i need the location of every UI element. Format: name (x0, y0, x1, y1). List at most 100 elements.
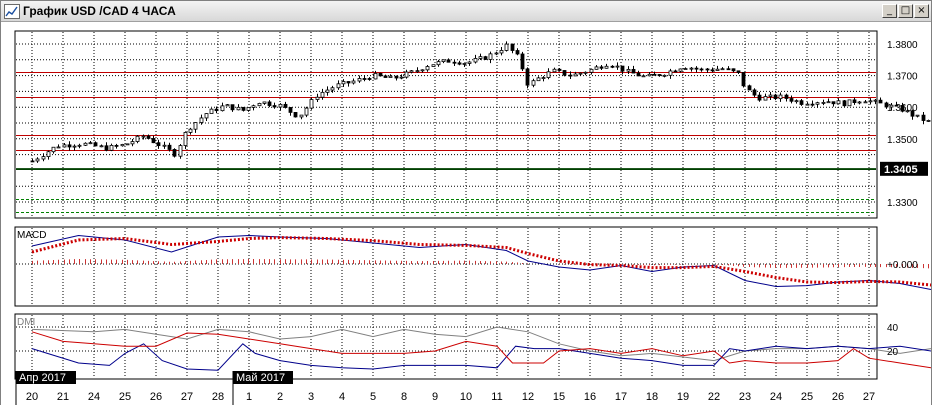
candle-body (594, 66, 599, 70)
candle-body (583, 71, 588, 74)
dmi-label: DMI (17, 317, 35, 328)
candle-body (99, 145, 104, 148)
candle-body (209, 108, 214, 114)
candle-body (868, 100, 873, 103)
month-label: Апр 2017 (19, 372, 66, 384)
candle-body (863, 101, 868, 104)
candle-body (720, 68, 725, 71)
candle-body (373, 72, 378, 80)
candle-body (631, 68, 636, 74)
candle-body (446, 59, 451, 63)
candle-body (741, 72, 746, 87)
candle-body (768, 94, 773, 97)
date-tick-label: 5 (370, 391, 376, 403)
candle-body (46, 151, 51, 158)
candle-body (873, 99, 878, 102)
candle-body (193, 122, 198, 130)
candle-body (309, 99, 314, 109)
candle-body (457, 62, 462, 65)
candle-body (41, 156, 46, 160)
candle-body (483, 56, 488, 60)
candle-body (847, 99, 852, 107)
candle-body (56, 146, 61, 149)
candle-body (657, 74, 662, 76)
candle-body (394, 75, 399, 79)
candle-body (589, 68, 594, 73)
candle-body (610, 65, 615, 68)
price-tick-label: 1.3500 (887, 135, 918, 146)
candle-body (383, 75, 388, 78)
candle-body (293, 112, 298, 118)
candle-body (578, 72, 583, 75)
candle-body (773, 94, 778, 100)
candle-body (599, 66, 604, 69)
chart-app-icon (4, 4, 20, 19)
candle-body (267, 101, 272, 106)
candle-body (104, 145, 109, 151)
macd-zero-label: +0.000 (887, 260, 918, 271)
date-tick-label: 19 (677, 391, 689, 403)
candle-body (504, 43, 509, 51)
date-tick-label: 28 (212, 391, 224, 403)
candle-body (852, 99, 857, 103)
candle-body (299, 114, 304, 118)
candle-body (836, 100, 841, 105)
candle-body (626, 68, 631, 72)
minimize-button[interactable]: _ (882, 4, 897, 18)
date-tick-label: 26 (832, 391, 844, 403)
candle-body (172, 149, 177, 157)
candle-body (357, 78, 362, 82)
macd-label: MACD (17, 230, 46, 241)
price-tick-label: 1.3600 (887, 103, 918, 114)
candle-body (494, 52, 499, 55)
candle-body (167, 144, 172, 150)
candle-body (362, 78, 367, 80)
candle-body (241, 106, 246, 111)
date-tick-label: 4 (339, 391, 345, 403)
candle-body (304, 107, 309, 116)
date-tick-label: 2 (277, 391, 283, 403)
candle-body (62, 144, 67, 148)
close-button[interactable]: × (914, 4, 929, 18)
candle-body (488, 53, 493, 60)
chart-area[interactable]: MACD +0.000 DMI 40 20 1.3800 1.3700 1.3600 1.3… (1, 22, 932, 405)
candle-body (214, 108, 219, 112)
candle-body (878, 99, 883, 104)
candle-body (831, 101, 836, 105)
title-bar[interactable]: График USD /CAD 4 ЧАСА _ □ × (1, 1, 931, 22)
candle-body (315, 96, 320, 100)
candle-body (420, 69, 425, 72)
candle-body (346, 81, 351, 84)
candle-body (436, 61, 441, 66)
candle-body (915, 114, 920, 117)
candle-body (404, 71, 409, 78)
candle-body (636, 72, 641, 77)
date-tick-label: 15 (553, 391, 565, 403)
candle-body (135, 135, 140, 142)
candle-body (30, 160, 35, 163)
candle-body (710, 69, 715, 72)
usdcad-chart[interactable]: MACD +0.000 DMI 40 20 1.3800 1.3700 1.3600 1.3… (1, 22, 932, 405)
candle-body (415, 70, 420, 73)
candle-body (662, 74, 667, 77)
maximize-button[interactable]: □ (898, 4, 913, 18)
date-tick-label: 1 (246, 391, 252, 403)
candle-body (531, 80, 536, 86)
candle-body (204, 113, 209, 119)
date-tick-label: 3 (308, 391, 314, 403)
candle-body (230, 104, 235, 111)
candle-body (842, 100, 847, 107)
candle-body (568, 74, 573, 77)
candle-body (821, 101, 826, 104)
candle-body (510, 43, 515, 51)
candle-body (67, 144, 72, 148)
candle-body (520, 53, 525, 70)
candle-body (183, 132, 188, 146)
candle-body (151, 138, 156, 144)
candle-body (431, 64, 436, 67)
candle-body (778, 94, 783, 100)
date-tick-label: 24 (770, 391, 782, 403)
dmi-tick-label: 40 (887, 323, 899, 334)
date-tick-label: 8 (401, 391, 407, 403)
date-tick-label: 9 (432, 391, 438, 403)
